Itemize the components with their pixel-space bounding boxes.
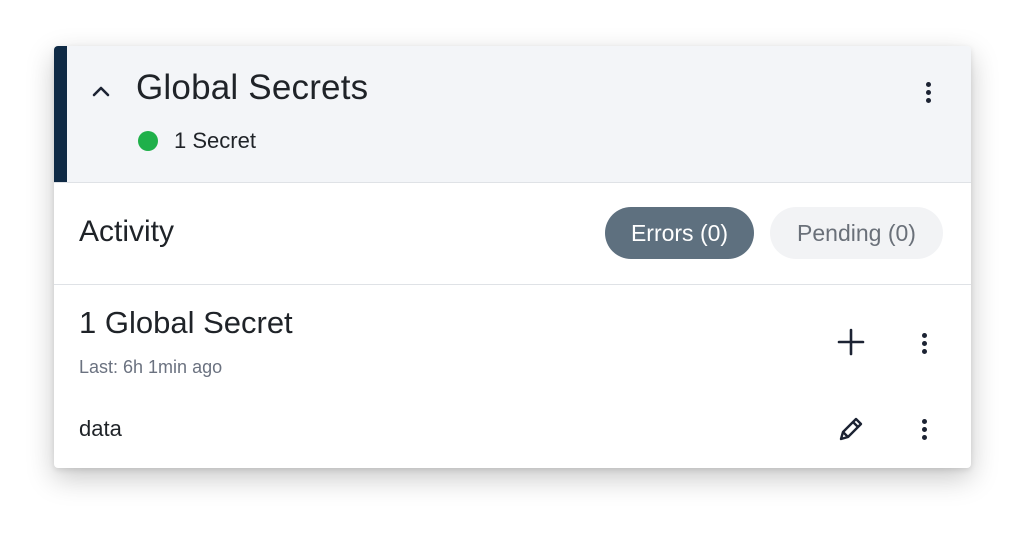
header-menu-icon[interactable] bbox=[916, 72, 940, 112]
list-item[interactable]: data bbox=[79, 416, 122, 442]
activity-title: Activity bbox=[79, 215, 175, 248]
last-updated: Last: 6h 1min ago bbox=[79, 357, 223, 377]
activity-bar: Activity Errors (0) Pending (0) bbox=[54, 183, 971, 285]
pending-filter-button[interactable]: Pending (0) bbox=[770, 207, 943, 259]
errors-filter-button[interactable]: Errors (0) bbox=[605, 207, 754, 259]
item-menu-icon[interactable] bbox=[912, 409, 936, 449]
accent-bar bbox=[54, 46, 67, 182]
page-title: Global Secrets bbox=[136, 68, 369, 107]
section-menu-icon[interactable] bbox=[912, 323, 936, 363]
status-text: 1 Secret bbox=[174, 128, 256, 153]
pencil-icon bbox=[839, 417, 863, 441]
status-dot bbox=[138, 131, 158, 151]
secrets-section: 1 Global Secret Last: 6h 1min ago data bbox=[54, 285, 971, 468]
edit-item-button[interactable] bbox=[836, 414, 866, 444]
global-secrets-card: Global Secrets 1 Secret Activity Errors … bbox=[54, 46, 971, 468]
secret-count-status: 1 Secret bbox=[138, 128, 256, 154]
card-header: Global Secrets 1 Secret bbox=[54, 46, 971, 183]
chevron-up-icon[interactable] bbox=[90, 80, 112, 102]
section-title: 1 Global Secret bbox=[79, 305, 293, 340]
add-secret-button[interactable] bbox=[834, 325, 868, 359]
plus-icon bbox=[837, 328, 865, 356]
